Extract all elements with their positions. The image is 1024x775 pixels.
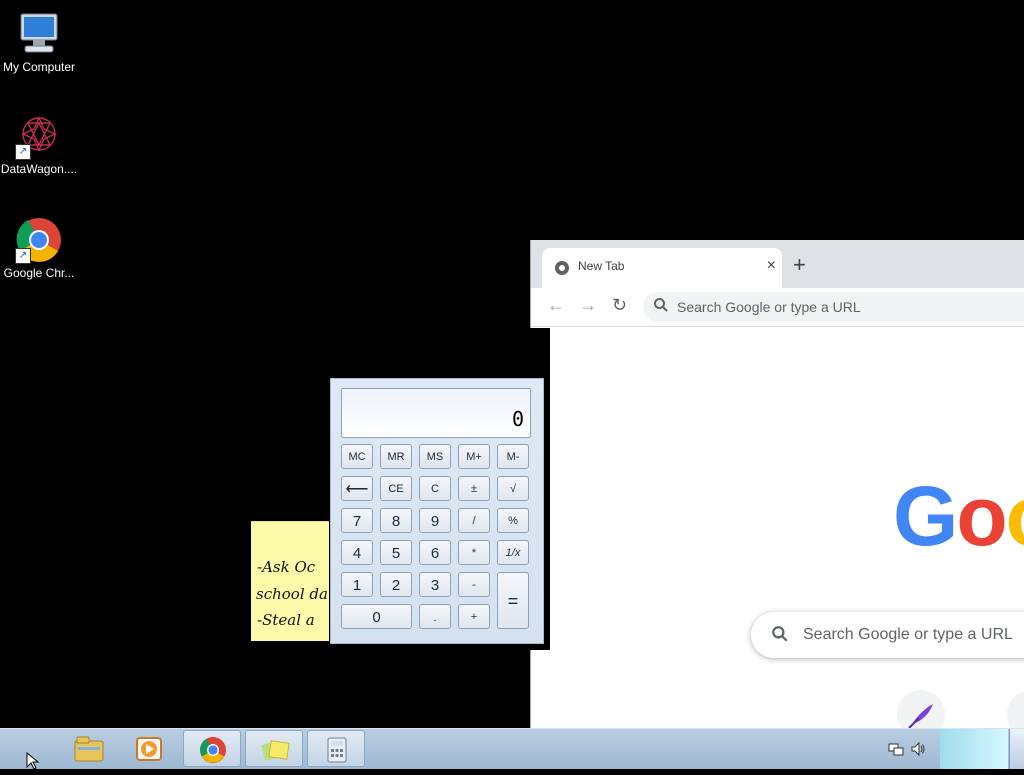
digit-4-button[interactable]: 4 [341,540,373,565]
chrome-icon: ↗ [15,216,63,264]
negate-button[interactable]: ± [458,476,490,501]
tray-clock-area[interactable] [940,729,1008,769]
memory-clear-button[interactable]: MC [341,444,373,469]
percent-button[interactable]: % [497,508,529,533]
new-tab-button[interactable]: + [793,252,806,278]
memory-add-button[interactable]: M+ [458,444,490,469]
datawagon-icon: ↗ [15,112,63,160]
taskbar [0,728,1024,769]
desktop-icon-datawagon[interactable]: ↗ DataWagon.... [0,112,79,176]
system-tray [884,729,1024,769]
equals-button[interactable]: = [497,572,529,629]
taskbar-file-explorer[interactable] [60,730,118,767]
divide-button[interactable]: / [458,508,490,533]
chrome-favicon-icon [554,260,570,276]
omnibox[interactable]: Search Google or type a URL [643,292,1024,322]
reload-button[interactable]: ↻ [612,295,627,316]
reciprocal-button[interactable]: 1/x [497,540,529,565]
sticky-note-line: school da [256,585,328,603]
shortcut-arrow-icon: ↗ [15,248,31,264]
mouse-cursor-icon [26,751,40,775]
decimal-button[interactable]: . [419,604,451,629]
show-desktop-button[interactable] [1009,729,1024,769]
file-explorer-icon [74,736,104,762]
shortcut-arrow-icon: ↗ [15,144,31,160]
taskbar-chrome[interactable] [183,730,241,767]
computer-icon [15,10,63,58]
search-icon [653,297,669,318]
digit-1-button[interactable]: 1 [341,572,373,597]
tab-new-tab[interactable]: New Tab × [542,248,782,288]
back-button[interactable]: ← [547,295,565,316]
calculator-window: 0 MC MR MS M+ M- ⟵ CE C ± √ 7 8 9 / % 4 … [330,378,544,644]
desktop-icon-label: DataWagon.... [0,162,78,176]
chrome-window: New Tab × + ← → ↻ Search Google or type … [530,240,1024,738]
sticky-note-line: -Ask Oc [257,558,316,576]
taskbar-calculator[interactable] [307,730,365,767]
tab-title: New Tab [578,259,625,273]
browser-toolbar: ← → ↻ Search Google or type a URL [531,288,1024,327]
memory-subtract-button[interactable]: M- [497,444,529,469]
clear-button[interactable]: C [419,476,451,501]
digit-7-button[interactable]: 7 [341,508,373,533]
digit-9-button[interactable]: 9 [419,508,451,533]
chrome-icon [200,737,226,763]
clear-entry-button[interactable]: CE [380,476,412,501]
digit-6-button[interactable]: 6 [419,540,451,565]
memory-store-button[interactable]: MS [419,444,451,469]
calculator-icon [327,737,347,763]
google-logo: Goo [893,469,1024,563]
ntp-search-placeholder: Search Google or type a URL [803,626,1013,643]
media-player-icon [136,737,162,761]
desktop-icon-google-chrome[interactable]: ↗ Google Chr... [0,216,79,280]
multiply-button[interactable]: * [458,540,490,565]
sticky-note-line: -Steal a [257,611,315,629]
search-icon [771,625,789,648]
digit-2-button[interactable]: 2 [380,572,412,597]
ntp-search-box[interactable]: Search Google or type a URL [751,612,1024,658]
square-root-button[interactable]: √ [497,476,529,501]
digit-0-button[interactable]: 0 [341,604,412,629]
desktop-icon-my-computer[interactable]: My Computer [0,10,79,74]
subtract-button[interactable]: - [458,572,490,597]
sticky-note[interactable]: -Ask Oc school da -Steal a [251,521,329,641]
calculator-display-value: 0 [511,407,524,431]
tab-close-icon[interactable]: × [767,257,776,275]
calculator-display: 0 [341,388,531,438]
memory-recall-button[interactable]: MR [380,444,412,469]
taskbar-media-player[interactable] [120,730,178,767]
forward-button[interactable]: → [579,295,597,316]
sticky-notes-icon [261,740,290,761]
add-button[interactable]: + [458,604,490,629]
desktop-icon-label: Google Chr... [3,266,75,280]
network-icon[interactable] [888,741,904,762]
volume-icon[interactable] [910,741,926,762]
backspace-button[interactable]: ⟵ [341,476,373,501]
omnibox-placeholder: Search Google or type a URL [677,299,861,315]
desktop-icon-label: My Computer [2,60,76,74]
digit-5-button[interactable]: 5 [380,540,412,565]
digit-3-button[interactable]: 3 [419,572,451,597]
taskbar-sticky-notes[interactable] [245,730,303,767]
digit-8-button[interactable]: 8 [380,508,412,533]
tab-strip: New Tab × + [531,240,1024,288]
